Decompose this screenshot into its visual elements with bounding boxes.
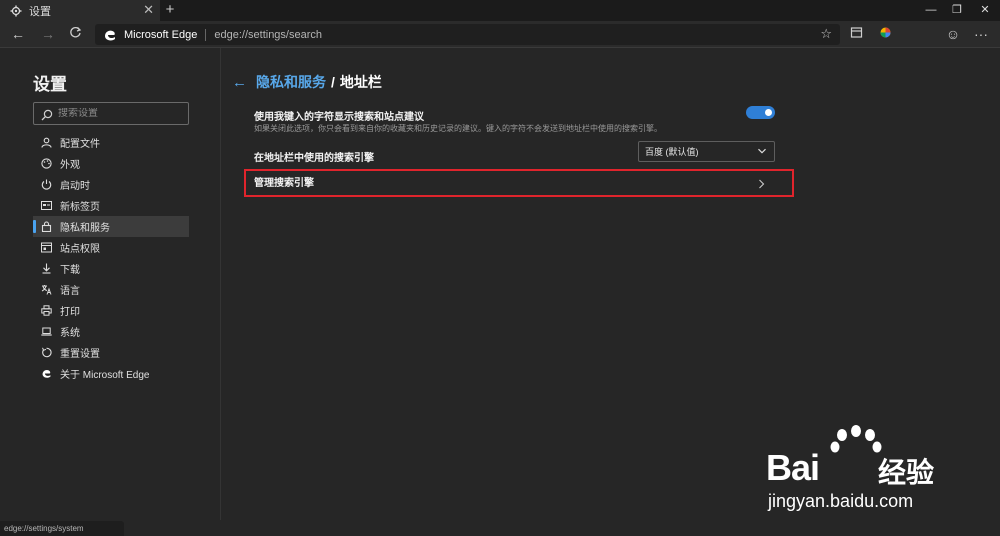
palette-icon [40,158,52,170]
address-url[interactable]: edge://settings/search [214,29,322,41]
suggestions-setting-title: 使用我键入的字符显示搜索和站点建议 [254,112,424,123]
sidebar-item-about[interactable]: 关于 Microsoft Edge [33,363,189,384]
site-permissions-icon [40,242,52,254]
baidu-jingyan-watermark: Bai 经验 jingyan.baidu.com [760,425,992,520]
new-tab-button[interactable]: + [163,0,177,21]
tab-settings[interactable]: 设置 ✕ [0,0,160,21]
download-icon [40,263,52,275]
suggestions-toggle[interactable] [746,106,775,119]
forward-icon[interactable]: → [40,26,56,42]
manage-search-engines-label: 管理搜索引擎 [254,177,314,189]
language-icon [40,284,52,296]
sidebar-item-label: 新标签页 [60,202,100,213]
status-bar-url: edge://settings/system [0,521,124,536]
watermark-cn: 经验 [878,457,935,488]
search-engine-setting-title: 在地址栏中使用的搜索引擎 [254,153,374,164]
sidebar-item-privacy[interactable]: 隐私和服务 [33,216,189,237]
sidebar-item-system[interactable]: 系统 [33,321,189,342]
search-engine-select[interactable]: 百度 (默认值) [638,141,775,162]
page-header: ← 隐私和服务 / 地址栏 [232,72,382,92]
sidebar-item-label: 隐私和服务 [60,223,110,234]
breadcrumb-separator: / [331,74,335,90]
edge-logo-icon [40,368,52,380]
sidebar-item-label: 配置文件 [60,139,100,150]
address-bar[interactable]: Microsoft Edge edge://settings/search ☆ [95,24,840,45]
minimize-button[interactable]: — [918,0,944,21]
sidebar-item-label: 关于 Microsoft Edge [60,370,150,381]
close-window-button[interactable]: ✕ [972,0,998,21]
search-engine-value: 百度 (默认值) [645,147,699,157]
favorite-star-icon[interactable]: ☆ [820,26,832,42]
tab-bar: 设置 ✕ + — ❐ ✕ [0,0,1000,21]
sidebar-nav: 配置文件 外观 启动时 新标签页 隐私和服务 站点权限 下载 语言 打印 系统 … [33,132,189,384]
address-separator [205,28,207,41]
sidebar-item-label: 站点权限 [60,244,100,255]
back-icon[interactable]: ← [10,26,26,42]
sidebar-item-label: 语言 [60,286,80,297]
paw-logo-icon [830,425,882,453]
sidebar-item-newtab[interactable]: 新标签页 [33,195,189,216]
toggle-knob [765,109,772,116]
sidebar-item-appearance[interactable]: 外观 [33,153,189,174]
close-tab-icon[interactable]: ✕ [143,2,154,18]
sidebar-item-label: 启动时 [60,181,90,192]
collections-icon[interactable] [848,26,864,42]
tab-title: 设置 [29,5,51,18]
sidebar-item-label: 打印 [60,307,80,318]
newtab-icon [40,200,52,212]
sidebar-item-label: 外观 [60,160,80,171]
sidebar-item-site-permissions[interactable]: 站点权限 [33,237,189,258]
settings-search-box[interactable] [33,102,189,125]
sidebar-item-startup[interactable]: 启动时 [33,174,189,195]
lock-icon [40,221,52,233]
smiley-feedback-icon[interactable]: ☺ [945,26,961,42]
sidebar-item-languages[interactable]: 语言 [33,279,189,300]
suggestions-setting-description: 如果关闭此选项，你只会看到来自你的收藏夹和历史记录的建议。键入的字符不会发送到地… [254,124,662,133]
sidebar-item-reset[interactable]: 重置设置 [33,342,189,363]
sidebar-title: 设置 [33,75,67,94]
person-icon [40,137,52,149]
page-title: 地址栏 [339,74,382,90]
watermark-brand: Bai [766,447,820,488]
breadcrumb-parent[interactable]: 隐私和服务 [256,72,326,92]
sidebar-item-label: 重置设置 [60,349,100,360]
laptop-icon [40,326,52,338]
address-brand: Microsoft Edge [124,28,198,41]
restore-button[interactable]: ❐ [944,0,970,21]
more-menu-icon[interactable]: ··· [973,26,989,42]
search-icon [41,108,53,120]
toolbar: ← → Microsoft Edge edge://settings/searc… [0,21,1000,48]
extension-color-icon[interactable] [877,26,893,42]
sidebar-item-downloads[interactable]: 下载 [33,258,189,279]
settings-sidebar: 设置 配置文件 外观 启动时 新标签页 隐私和服务 站点权限 [0,48,221,520]
back-arrow-icon[interactable]: ← [232,74,247,91]
reset-icon [40,347,52,359]
sidebar-item-printers[interactable]: 打印 [33,300,189,321]
chevron-down-icon [757,146,767,156]
printer-icon [40,305,52,317]
manage-search-engines-row[interactable]: 管理搜索引擎 [244,169,794,197]
search-input[interactable] [58,108,178,119]
sidebar-item-label: 下载 [60,265,80,276]
power-icon [40,179,52,191]
gear-icon [9,4,23,18]
refresh-icon[interactable] [67,26,83,42]
sidebar-item-label: 系统 [60,328,80,339]
edge-logo-icon [103,28,117,42]
sidebar-item-profiles[interactable]: 配置文件 [33,132,189,153]
chevron-right-icon [757,177,766,189]
watermark-url: jingyan.baidu.com [768,491,914,511]
